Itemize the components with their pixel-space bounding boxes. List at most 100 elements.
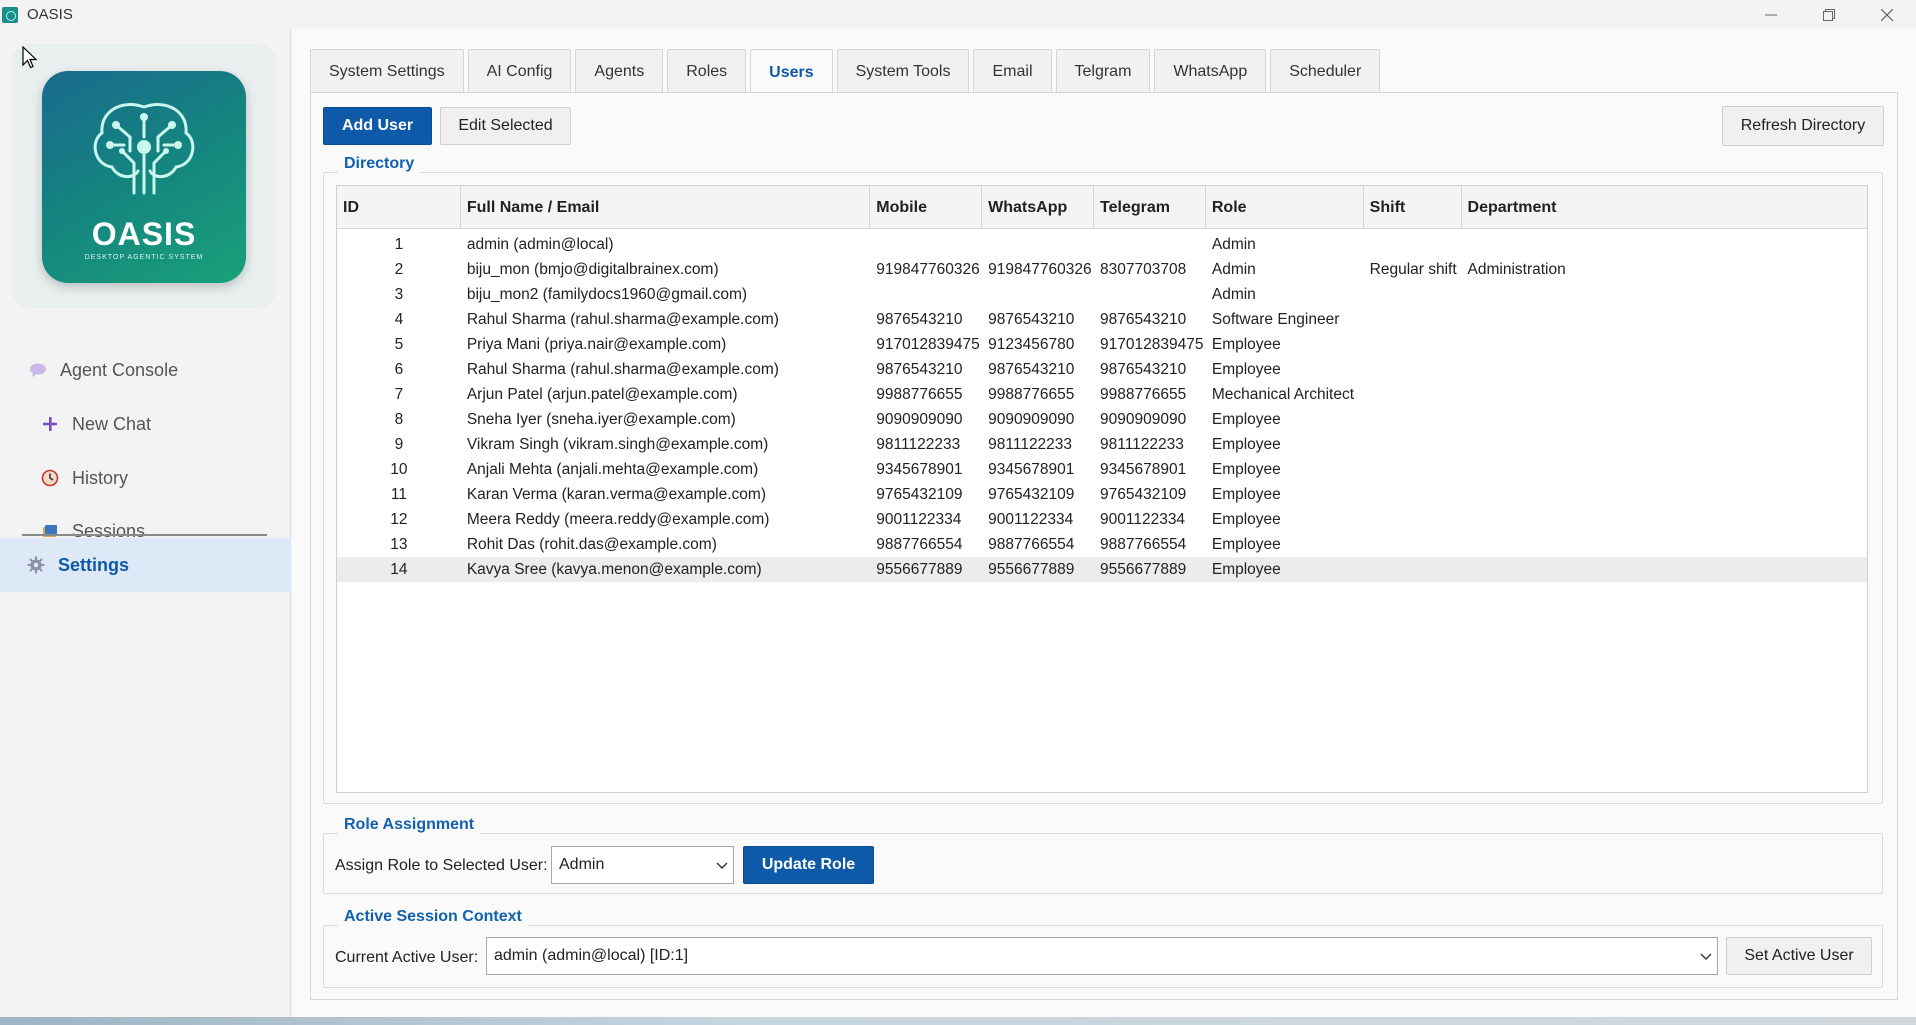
table-row[interactable]: 11 Karan Verma (karan.verma@example.com) 9… [337, 482, 1867, 507]
column-header-id[interactable]: ID [337, 186, 461, 229]
oasis-logo: OASIS DESKTOP AGENTIC SYSTEM [42, 71, 246, 283]
column-header-shift[interactable]: Shift [1364, 186, 1462, 229]
cell-name-email: biju_mon (bmjo@digitalbrainex.com) [466, 260, 719, 278]
cell-name-email: Meera Reddy (meera.reddy@example.com) [466, 510, 770, 528]
cell-id: 10 [390, 460, 408, 478]
cell-id: 5 [394, 335, 404, 353]
sidebar-item-agent-console[interactable]: Agent Console [0, 347, 291, 393]
chevron-down-icon [715, 857, 729, 878]
close-icon[interactable] [1858, 0, 1916, 29]
chevron-down-icon [1699, 948, 1713, 969]
tab-users[interactable]: Users [750, 49, 833, 95]
cell-whatsapp: 9345678901 [988, 460, 1075, 478]
cell-id: 14 [390, 560, 408, 578]
table-row[interactable]: 2 biju_mon (bmjo@digitalbrainex.com) 91984… [337, 257, 1867, 282]
tab-scheduler[interactable]: Scheduler [1270, 49, 1381, 93]
directory-title: Directory [338, 155, 421, 173]
column-header-telegram[interactable]: Telegram [1094, 186, 1206, 229]
users-table[interactable]: ID Full Name / Email Mobile WhatsApp Tel… [336, 185, 1868, 793]
cell-role: Mechanical Architect [1211, 385, 1355, 403]
table-row[interactable]: 3 biju_mon2 (familydocs1960@gmail.com) Adm… [337, 282, 1867, 307]
cell-whatsapp: 9090909090 [988, 410, 1075, 428]
cell-whatsapp: 9876543210 [988, 310, 1075, 328]
cell-name-email: admin (admin@local) [466, 235, 614, 253]
cell-mobile: 9001122334 [876, 510, 962, 528]
table-row[interactable]: 4 Rahul Sharma (rahul.sharma@example.com)… [337, 307, 1867, 332]
cell-shift: Regular shift [1369, 260, 1457, 278]
edit-selected-button[interactable]: Edit Selected [440, 107, 571, 145]
sidebar-item-history[interactable]: History [0, 455, 291, 501]
table-row[interactable]: 9 Vikram Singh (vikram.singh@example.com)… [337, 432, 1867, 457]
set-active-user-button[interactable]: Set Active User [1726, 937, 1872, 975]
title-bar: OASIS [0, 0, 1916, 29]
update-role-button[interactable]: Update Role [743, 846, 874, 884]
sidebar-item-settings[interactable]: Settings [0, 538, 291, 592]
sidebar-item-label: History [72, 467, 129, 488]
cell-telegram: 8307703708 [1100, 260, 1187, 278]
tab-whatsapp[interactable]: WhatsApp [1154, 49, 1267, 93]
cell-whatsapp: 9876543210 [988, 360, 1075, 378]
sidebar: OASIS DESKTOP AGENTIC SYSTEM Agent Conso… [0, 29, 291, 1025]
cell-whatsapp: 9765432109 [988, 485, 1075, 503]
cell-mobile: 9887766554 [876, 535, 963, 553]
refresh-directory-button[interactable]: Refresh Directory [1722, 106, 1884, 146]
cell-role: Admin [1211, 235, 1256, 253]
minimize-icon[interactable] [1742, 0, 1800, 29]
cell-id: 13 [390, 535, 408, 553]
active-user-select-value: admin (admin@local) [ID:1] [494, 947, 689, 964]
cell-mobile: 9876543210 [876, 310, 963, 328]
table-row[interactable]: 1 admin (admin@local) Admin [337, 232, 1867, 257]
add-user-button[interactable]: Add User [323, 107, 432, 145]
cell-role: Employee [1211, 560, 1281, 578]
cell-telegram: 9001122334 [1100, 510, 1186, 528]
restore-icon[interactable] [1800, 0, 1858, 29]
tab-system-tools[interactable]: System Tools [836, 49, 970, 93]
clock-icon [40, 468, 60, 488]
tab-roles[interactable]: Roles [667, 49, 747, 93]
cell-name-email: Arjun Patel (arjun.patel@example.com) [466, 385, 738, 403]
cell-role: Employee [1211, 335, 1281, 353]
table-row[interactable]: 8 Sneha Iyer (sneha.iyer@example.com) 9090… [337, 407, 1867, 432]
cell-telegram: 9765432109 [1100, 485, 1187, 503]
column-header-department[interactable]: Department [1462, 186, 1867, 229]
cell-id: 3 [394, 285, 404, 303]
sidebar-item-label: Settings [58, 554, 130, 575]
table-row[interactable]: 7 Arjun Patel (arjun.patel@example.com) 99… [337, 382, 1867, 407]
tab-ai-config[interactable]: AI Config [467, 49, 572, 93]
cell-whatsapp: 9887766554 [988, 535, 1075, 553]
role-assignment-title: Role Assignment [338, 816, 481, 834]
tab-email[interactable]: Email [973, 49, 1052, 93]
role-select-value: Admin [559, 856, 605, 873]
cell-id: 7 [394, 385, 404, 403]
column-header-role[interactable]: Role [1206, 186, 1364, 229]
cell-mobile: 9811122233 [876, 435, 961, 453]
table-row[interactable]: 14 Kavya Sree (kavya.menon@example.com) 95… [337, 557, 1867, 582]
sidebar-divider [22, 534, 267, 536]
tab-agents[interactable]: Agents [575, 49, 664, 93]
column-header-name[interactable]: Full Name / Email [461, 186, 871, 229]
table-row[interactable]: 13 Rohit Das (rohit.das@example.com) 98877… [337, 532, 1867, 557]
tab-telegram[interactable]: Telgram [1055, 49, 1151, 93]
cell-id: 9 [394, 435, 404, 453]
column-header-whatsapp[interactable]: WhatsApp [982, 186, 1095, 229]
sidebar-item-new-chat[interactable]: New Chat [0, 401, 291, 447]
table-row[interactable]: 12 Meera Reddy (meera.reddy@example.com) 9… [337, 507, 1867, 532]
active-user-select[interactable]: admin (admin@local) [ID:1] [486, 937, 1718, 975]
speech-bubble-icon [28, 360, 48, 380]
mouse-cursor-icon [22, 46, 38, 69]
cell-name-email: Kavya Sree (kavya.menon@example.com) [466, 560, 762, 578]
table-row[interactable]: 5 Priya Mani (priya.nair@example.com) 9170… [337, 332, 1867, 357]
cell-role: Admin [1211, 285, 1256, 303]
column-header-mobile[interactable]: Mobile [870, 186, 983, 229]
cell-mobile: 9988776655 [876, 385, 963, 403]
cell-role: Employee [1211, 410, 1281, 428]
cell-id: 12 [390, 510, 408, 528]
role-select[interactable]: Admin [551, 846, 734, 884]
tab-system-settings[interactable]: System Settings [310, 49, 464, 93]
table-row[interactable]: 6 Rahul Sharma (rahul.sharma@example.com)… [337, 357, 1867, 382]
table-row[interactable]: 10 Anjali Mehta (anjali.mehta@example.com… [337, 457, 1867, 482]
cell-telegram: 9876543210 [1100, 360, 1187, 378]
cell-mobile: 9876543210 [876, 360, 963, 378]
cell-role: Admin [1211, 260, 1256, 278]
cell-id: 11 [390, 485, 407, 503]
